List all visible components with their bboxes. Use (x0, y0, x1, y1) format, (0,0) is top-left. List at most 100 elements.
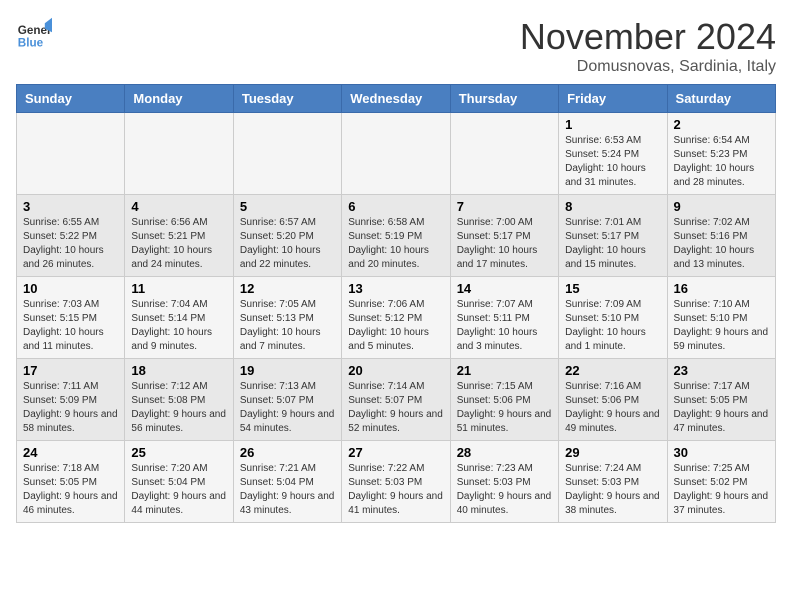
calendar-cell (233, 113, 341, 195)
header-wednesday: Wednesday (342, 85, 450, 113)
day-info: Sunrise: 7:23 AM Sunset: 5:03 PM Dayligh… (457, 462, 552, 518)
day-number: 22 (565, 363, 660, 378)
calendar-cell: 26 Sunrise: 7:21 AM Sunset: 5:04 PM Dayli… (233, 441, 341, 523)
header-tuesday: Tuesday (233, 85, 341, 113)
day-info: Sunrise: 7:06 AM Sunset: 5:12 PM Dayligh… (348, 298, 443, 354)
calendar-cell: 21 Sunrise: 7:15 AM Sunset: 5:06 PM Dayli… (450, 359, 558, 441)
header-row: Sunday Monday Tuesday Wednesday Thursday… (17, 85, 776, 113)
page-header: General Blue November 2024 Domusnovas, S… (16, 16, 776, 76)
day-info: Sunrise: 7:17 AM Sunset: 5:05 PM Dayligh… (674, 380, 769, 436)
calendar-cell: 27 Sunrise: 7:22 AM Sunset: 5:03 PM Dayli… (342, 441, 450, 523)
calendar-cell (450, 113, 558, 195)
day-number: 2 (674, 117, 769, 132)
day-number: 10 (23, 281, 118, 296)
day-info: Sunrise: 7:24 AM Sunset: 5:03 PM Dayligh… (565, 462, 660, 518)
day-number: 27 (348, 445, 443, 460)
calendar-cell: 1 Sunrise: 6:53 AM Sunset: 5:24 PM Daylig… (559, 113, 667, 195)
day-number: 1 (565, 117, 660, 132)
day-number: 19 (240, 363, 335, 378)
calendar-cell (17, 113, 125, 195)
calendar-cell: 12 Sunrise: 7:05 AM Sunset: 5:13 PM Dayli… (233, 277, 341, 359)
day-number: 26 (240, 445, 335, 460)
day-number: 14 (457, 281, 552, 296)
calendar-week-4: 17 Sunrise: 7:11 AM Sunset: 5:09 PM Dayli… (17, 359, 776, 441)
day-number: 17 (23, 363, 118, 378)
day-number: 28 (457, 445, 552, 460)
logo-icon: General Blue (16, 16, 52, 52)
calendar-cell: 14 Sunrise: 7:07 AM Sunset: 5:11 PM Dayli… (450, 277, 558, 359)
day-number: 5 (240, 199, 335, 214)
day-number: 30 (674, 445, 769, 460)
calendar-cell: 13 Sunrise: 7:06 AM Sunset: 5:12 PM Dayli… (342, 277, 450, 359)
day-info: Sunrise: 7:01 AM Sunset: 5:17 PM Dayligh… (565, 216, 660, 272)
calendar-cell: 10Sunrise: 7:03 AM Sunset: 5:15 PM Dayli… (17, 277, 125, 359)
day-info: Sunrise: 7:25 AM Sunset: 5:02 PM Dayligh… (674, 462, 769, 518)
day-info: Sunrise: 7:13 AM Sunset: 5:07 PM Dayligh… (240, 380, 335, 436)
svg-text:Blue: Blue (18, 37, 44, 50)
day-number: 8 (565, 199, 660, 214)
calendar-body: 1 Sunrise: 6:53 AM Sunset: 5:24 PM Daylig… (17, 113, 776, 523)
location-title: Domusnovas, Sardinia, Italy (520, 58, 776, 76)
day-info: Sunrise: 6:53 AM Sunset: 5:24 PM Dayligh… (565, 134, 660, 190)
header-saturday: Saturday (667, 85, 775, 113)
calendar-cell: 16 Sunrise: 7:10 AM Sunset: 5:10 PM Dayli… (667, 277, 775, 359)
day-info: Sunrise: 7:16 AM Sunset: 5:06 PM Dayligh… (565, 380, 660, 436)
calendar-cell: 22 Sunrise: 7:16 AM Sunset: 5:06 PM Dayli… (559, 359, 667, 441)
calendar-cell: 17 Sunrise: 7:11 AM Sunset: 5:09 PM Dayli… (17, 359, 125, 441)
calendar-cell: 2 Sunrise: 6:54 AM Sunset: 5:23 PM Daylig… (667, 113, 775, 195)
calendar-cell: 18Sunrise: 7:12 AM Sunset: 5:08 PM Dayli… (125, 359, 233, 441)
calendar-cell: 19 Sunrise: 7:13 AM Sunset: 5:07 PM Dayli… (233, 359, 341, 441)
day-number: 18 (131, 363, 226, 378)
calendar-cell: 4 Sunrise: 6:56 AM Sunset: 5:21 PM Daylig… (125, 195, 233, 277)
header-thursday: Thursday (450, 85, 558, 113)
day-number: 4 (131, 199, 226, 214)
day-info: Sunrise: 7:09 AM Sunset: 5:10 PM Dayligh… (565, 298, 660, 354)
calendar-cell: 30 Sunrise: 7:25 AM Sunset: 5:02 PM Dayli… (667, 441, 775, 523)
day-number: 3 (23, 199, 118, 214)
calendar-cell: 9 Sunrise: 7:02 AM Sunset: 5:16 PM Daylig… (667, 195, 775, 277)
calendar-cell: 25Sunrise: 7:20 AM Sunset: 5:04 PM Dayli… (125, 441, 233, 523)
calendar-week-2: 3Sunrise: 6:55 AM Sunset: 5:22 PM Daylig… (17, 195, 776, 277)
day-info: Sunrise: 7:18 AM Sunset: 5:05 PM Dayligh… (23, 462, 118, 518)
calendar-cell (342, 113, 450, 195)
day-info: Sunrise: 6:54 AM Sunset: 5:23 PM Dayligh… (674, 134, 769, 190)
day-number: 6 (348, 199, 443, 214)
calendar-cell: 5Sunrise: 6:57 AM Sunset: 5:20 PM Daylig… (233, 195, 341, 277)
calendar-table: Sunday Monday Tuesday Wednesday Thursday… (16, 84, 776, 523)
title-area: November 2024 Domusnovas, Sardinia, Ital… (520, 16, 776, 76)
day-info: Sunrise: 7:22 AM Sunset: 5:03 PM Dayligh… (348, 462, 443, 518)
day-number: 11 (131, 281, 226, 296)
day-info: Sunrise: 7:11 AM Sunset: 5:09 PM Dayligh… (23, 380, 118, 436)
calendar-week-5: 24 Sunrise: 7:18 AM Sunset: 5:05 PM Dayli… (17, 441, 776, 523)
calendar-week-3: 10Sunrise: 7:03 AM Sunset: 5:15 PM Dayli… (17, 277, 776, 359)
day-info: Sunrise: 7:21 AM Sunset: 5:04 PM Dayligh… (240, 462, 335, 518)
day-number: 15 (565, 281, 660, 296)
day-number: 24 (23, 445, 118, 460)
day-info: Sunrise: 7:02 AM Sunset: 5:16 PM Dayligh… (674, 216, 769, 272)
logo: General Blue (16, 16, 52, 52)
day-number: 21 (457, 363, 552, 378)
calendar-cell: 11Sunrise: 7:04 AM Sunset: 5:14 PM Dayli… (125, 277, 233, 359)
day-number: 7 (457, 199, 552, 214)
day-number: 16 (674, 281, 769, 296)
calendar-cell: 24 Sunrise: 7:18 AM Sunset: 5:05 PM Dayli… (17, 441, 125, 523)
day-info: Sunrise: 6:58 AM Sunset: 5:19 PM Dayligh… (348, 216, 443, 272)
calendar-cell: 3Sunrise: 6:55 AM Sunset: 5:22 PM Daylig… (17, 195, 125, 277)
day-number: 13 (348, 281, 443, 296)
day-info: Sunrise: 7:15 AM Sunset: 5:06 PM Dayligh… (457, 380, 552, 436)
day-number: 12 (240, 281, 335, 296)
day-number: 9 (674, 199, 769, 214)
calendar-cell: 28 Sunrise: 7:23 AM Sunset: 5:03 PM Dayli… (450, 441, 558, 523)
day-info: Sunrise: 7:07 AM Sunset: 5:11 PM Dayligh… (457, 298, 552, 354)
day-info: Sunrise: 7:10 AM Sunset: 5:10 PM Dayligh… (674, 298, 769, 354)
day-number: 29 (565, 445, 660, 460)
calendar-cell: 23Sunrise: 7:17 AM Sunset: 5:05 PM Dayli… (667, 359, 775, 441)
header-monday: Monday (125, 85, 233, 113)
header-sunday: Sunday (17, 85, 125, 113)
day-number: 20 (348, 363, 443, 378)
day-info: Sunrise: 7:05 AM Sunset: 5:13 PM Dayligh… (240, 298, 335, 354)
calendar-cell: 8 Sunrise: 7:01 AM Sunset: 5:17 PM Daylig… (559, 195, 667, 277)
day-info: Sunrise: 6:56 AM Sunset: 5:21 PM Dayligh… (131, 216, 226, 272)
calendar-cell: 7Sunrise: 7:00 AM Sunset: 5:17 PM Daylig… (450, 195, 558, 277)
calendar-cell: 6 Sunrise: 6:58 AM Sunset: 5:19 PM Daylig… (342, 195, 450, 277)
